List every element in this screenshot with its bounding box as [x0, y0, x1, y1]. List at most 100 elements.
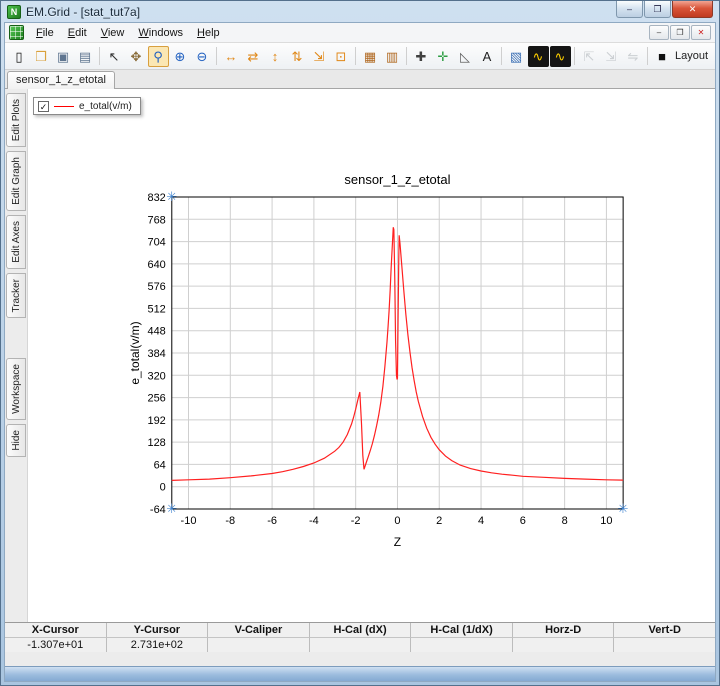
zoom-window-icon[interactable]: ⚲	[148, 46, 169, 67]
menu-file[interactable]: File	[29, 25, 61, 41]
fit-all-icon[interactable]: ⇲	[309, 46, 330, 67]
x-tick-label: 0	[394, 515, 400, 527]
toolbar-separator	[647, 47, 648, 65]
status-value-1: 2.731e+02	[107, 638, 209, 653]
text-tool-icon[interactable]: A	[477, 46, 498, 67]
chart-title: sensor_1_z_etotal	[344, 172, 450, 187]
y-tick-label: 448	[147, 326, 165, 338]
fit-horizontal-icon[interactable]: ↔	[221, 46, 242, 67]
cursor-marker[interactable]: ✳	[166, 189, 177, 204]
autoscale-icon[interactable]: ⊡	[331, 46, 352, 67]
legend-checkbox[interactable]: ✓	[38, 101, 49, 112]
main-area: Edit Plots Edit Graph Edit Axes Tracker Work…	[5, 89, 715, 622]
y-tick-label: 128	[147, 437, 165, 449]
zoom-in-icon[interactable]: ⊕	[170, 46, 191, 67]
status-value-5	[513, 638, 615, 653]
tab-sensor-1-z-etotal[interactable]: sensor_1_z_etotal	[7, 71, 115, 89]
open-folder-icon[interactable]: ❒	[31, 46, 52, 67]
layout-label[interactable]: Layout	[675, 50, 708, 62]
minimize-button[interactable]: –	[616, 1, 643, 18]
scroll-vertical-icon[interactable]: ⇅	[287, 46, 308, 67]
sidebar-tab-label: Edit Graph	[11, 157, 22, 205]
sidebar-tab-hide[interactable]: Hide	[6, 424, 26, 457]
crosshair-icon[interactable]: ✚	[411, 46, 432, 67]
plot-style-dark-alt-icon[interactable]: ∿	[550, 46, 571, 67]
menu-help[interactable]: Help	[190, 25, 227, 41]
mdi-controls: –❐✕	[649, 25, 711, 40]
y-tick-label: -64	[150, 504, 166, 516]
plot-properties-icon[interactable]: ▧	[506, 46, 527, 67]
scroll-horizontal-icon[interactable]: ⇄	[243, 46, 264, 67]
menubar-items: FileEditViewWindowsHelp	[29, 25, 227, 41]
toolbar-separator	[355, 47, 356, 65]
toolbar-separator	[406, 47, 407, 65]
y-tick-label: 640	[147, 259, 165, 271]
window-title: EM.Grid - [stat_tut7a]	[26, 5, 611, 19]
sidebar-tab-label: Workspace	[11, 364, 22, 414]
plot-style-dark-icon[interactable]: ∿	[528, 46, 549, 67]
sidebar-tab-edit-graph[interactable]: Edit Graph	[6, 151, 26, 211]
pan-hand-icon[interactable]: ✥	[126, 46, 147, 67]
fit-vertical-icon[interactable]: ↕	[265, 46, 286, 67]
mdi-minimize-button[interactable]: –	[649, 25, 669, 40]
print-icon[interactable]: ▤	[75, 46, 96, 67]
toolbar-separator	[99, 47, 100, 65]
chart-svg[interactable]: -10-8-6-4-20246810-640641281922563203844…	[28, 89, 715, 622]
save-icon[interactable]: ▣	[53, 46, 74, 67]
data-table-icon[interactable]: ▥	[382, 46, 403, 67]
sidebar-tab-label: Edit Plots	[11, 99, 22, 141]
y-axis-label: e_total(v/m)	[128, 321, 142, 384]
sidebar-tab-edit-axes[interactable]: Edit Axes	[6, 215, 26, 269]
y-tick-label: 320	[147, 370, 165, 382]
sidebar-tab-edit-plots[interactable]: Edit Plots	[6, 93, 26, 147]
status-value-4	[411, 638, 513, 653]
cursor-marker[interactable]: ✳	[166, 501, 177, 516]
y-tick-label: 768	[147, 214, 165, 226]
menu-view[interactable]: View	[94, 25, 132, 41]
x-tick-label: 8	[562, 515, 568, 527]
menu-edit[interactable]: Edit	[61, 25, 94, 41]
tracker-tool-icon[interactable]: ✛	[433, 46, 454, 67]
title-bar[interactable]: N EM.Grid - [stat_tut7a] –❐✕	[1, 1, 719, 22]
sidebar-tab-label: Edit Axes	[11, 221, 22, 263]
status-header-5: Horz-D	[513, 623, 615, 638]
window-controls: –❐✕	[616, 1, 713, 18]
status-header-2: V-Caliper	[208, 623, 310, 638]
toolbar-separator	[501, 47, 502, 65]
zoom-out-icon[interactable]: ⊖	[192, 46, 213, 67]
tab-bar: sensor_1_z_etotal	[5, 70, 715, 89]
status-strip	[5, 666, 715, 681]
new-document-icon[interactable]: ▯	[9, 46, 30, 67]
layout-mode-icon[interactable]: ■	[652, 46, 673, 67]
close-button[interactable]: ✕	[672, 1, 713, 18]
sidebar-tab-workspace[interactable]: Workspace	[6, 358, 26, 420]
grid-toggle-icon[interactable]: ▦	[360, 46, 381, 67]
mdi-close-button[interactable]: ✕	[691, 25, 711, 40]
x-tick-label: -8	[225, 515, 235, 527]
legend-label: e_total(v/m)	[79, 101, 132, 112]
x-tick-label: -2	[351, 515, 361, 527]
axes-toggle-1-icon: ⇱	[579, 46, 600, 67]
maximize-button[interactable]: ❐	[644, 1, 671, 18]
slope-tool-icon[interactable]: ◺	[455, 46, 476, 67]
x-tick-label: -10	[181, 515, 197, 527]
status-header-3: H-Cal (dX)	[310, 623, 412, 638]
y-tick-label: 64	[154, 459, 166, 471]
cursor-marker[interactable]: ✳	[618, 501, 629, 516]
legend-line-sample	[54, 106, 74, 107]
axes-toggle-3-icon: ⇋	[623, 46, 644, 67]
sidebar-tab-tracker[interactable]: Tracker	[6, 273, 26, 319]
menu-windows[interactable]: Windows	[131, 25, 190, 41]
status-value-0: -1.307e+01	[5, 638, 107, 653]
app-menu-icon[interactable]	[9, 25, 24, 40]
status-header-4: H-Cal (1/dX)	[411, 623, 513, 638]
toolbar-separator	[216, 47, 217, 65]
legend-box: ✓ e_total(v/m)	[33, 97, 141, 115]
x-axis-label: Z	[394, 535, 401, 549]
select-cursor-icon[interactable]: ↖	[104, 46, 125, 67]
x-tick-label: -6	[267, 515, 277, 527]
mdi-restore-button[interactable]: ❐	[670, 25, 690, 40]
status-value-2	[208, 638, 310, 653]
status-table: X-CursorY-CursorV-CaliperH-Cal (dX)H-Cal…	[5, 622, 715, 652]
axes-toggle-2-icon: ⇲	[601, 46, 622, 67]
